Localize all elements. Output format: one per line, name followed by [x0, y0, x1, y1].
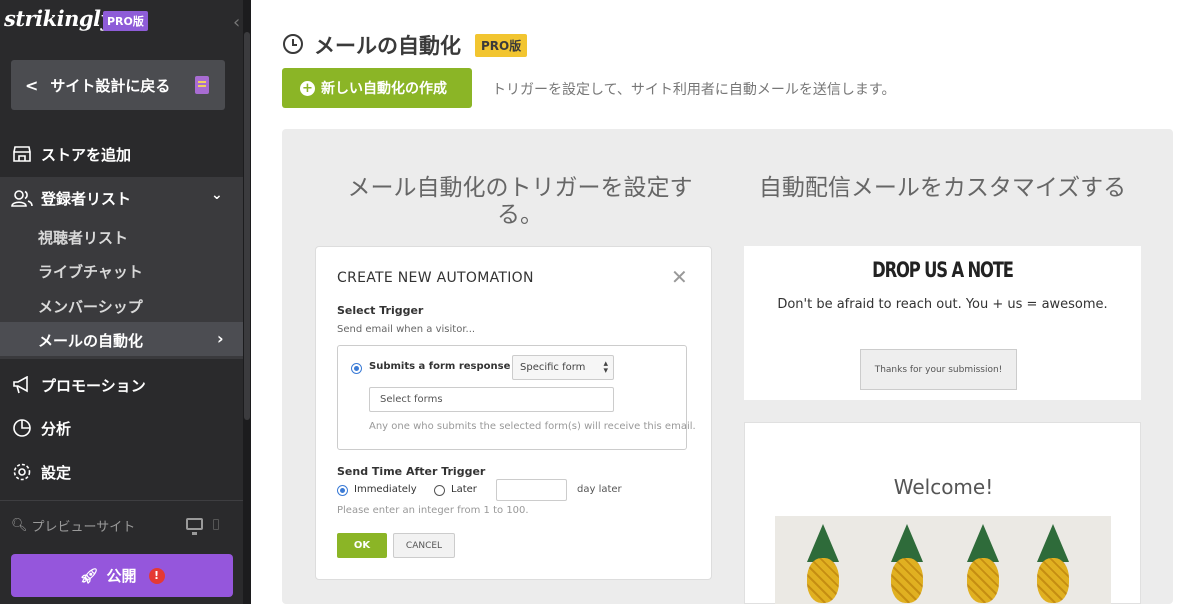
note-title: DROP US A NOTE: [872, 258, 1014, 282]
trigger-option-label: Submits a form response to: [369, 361, 526, 372]
select-trigger-sub: Send email when a visitor...: [337, 324, 476, 335]
immediately-label: Immediately: [354, 484, 417, 495]
publish-label: 公開: [106, 567, 137, 585]
pie-chart-icon: [11, 417, 33, 439]
days-input[interactable]: [496, 479, 567, 501]
create-button-label: 新しい自動化の作成: [321, 81, 447, 97]
sidebar-item-label: 登録者リスト: [41, 189, 132, 208]
forms-hint: Any one who submits the selected form(s)…: [369, 421, 696, 432]
form-select-value: Specific form: [520, 362, 586, 373]
create-automation-button[interactable]: + 新しい自動化の作成: [282, 68, 472, 108]
create-automation-card: CREATE NEW AUTOMATION ✕ Select Trigger S…: [315, 246, 712, 580]
back-to-site-editor-button[interactable]: < サイト設計に戻る: [11, 60, 225, 110]
sidebar-item-label: ストアを追加: [41, 145, 132, 164]
plus-icon: +: [300, 80, 315, 96]
welcome-title: Welcome!: [893, 475, 994, 499]
later-radio[interactable]: [434, 485, 445, 496]
pineapple: [961, 524, 1005, 604]
form-select[interactable]: Specific form ▴ ▾: [512, 355, 614, 380]
document-icon: [195, 76, 209, 94]
select-arrow-icon: ▴ ▾: [603, 359, 608, 376]
panel-heading-customize: 自動配信メールをカスタマイズする: [758, 175, 1127, 201]
pro-badge: PRO版: [475, 34, 528, 57]
immediately-radio[interactable]: [337, 485, 348, 496]
integer-hint: Please enter an integer from 1 to 100.: [337, 505, 529, 516]
select-trigger-label: Select Trigger: [337, 304, 424, 317]
page-title: メールの自動化: [314, 34, 461, 58]
clock-icon: [283, 34, 303, 54]
preview-label: プレビューサイト: [31, 520, 136, 535]
submission-thanks-button: Thanks for your submission!: [860, 349, 1017, 390]
pineapple-image: [775, 516, 1111, 604]
preview-site-link[interactable]: 🔍︎ プレビューサイト: [11, 516, 135, 535]
panel-heading-trigger: メール自動化のトリガーを設定する。: [347, 175, 693, 228]
chevron-down-icon[interactable]: ⌄: [211, 187, 223, 203]
email-preview-welcome-card: Welcome!: [744, 422, 1141, 604]
cancel-button[interactable]: CANCEL: [393, 533, 455, 558]
sidebar-item-label: 分析: [41, 419, 72, 438]
note-text: Don't be afraid to reach out. You + us =…: [777, 297, 1108, 312]
publish-button[interactable]: 🚀︎ 公開 !: [11, 554, 233, 597]
sidebar-item-settings[interactable]: 設定: [0, 460, 243, 484]
divider: [0, 500, 243, 501]
device-toggle: [186, 518, 219, 535]
sidebar-subitem-audience-list[interactable]: 視聴者リスト: [38, 227, 128, 248]
alert-badge: !: [148, 567, 165, 584]
sidebar-item-promotion[interactable]: プロモーション: [0, 373, 243, 397]
store-icon: [11, 143, 33, 165]
sidebar-item-label: プロモーション: [41, 376, 146, 395]
pineapple: [801, 524, 845, 604]
sidebar-scrollbar-thumb[interactable]: [244, 32, 250, 420]
sidebar-item-subscribers[interactable]: 登録者リスト ⌄: [0, 186, 243, 210]
rocket-icon: 🚀︎: [79, 566, 99, 585]
chevron-left-icon[interactable]: ‹: [233, 12, 240, 33]
pro-badge: PRO版: [103, 11, 148, 31]
ok-button[interactable]: OK: [337, 533, 387, 558]
close-icon[interactable]: ✕: [671, 265, 688, 289]
sidebar-subitem-live-chat[interactable]: ライブチャット: [38, 261, 143, 282]
search-icon: 🔍︎: [11, 518, 28, 533]
sidebar-item-store[interactable]: ストアを追加: [0, 142, 243, 166]
day-later-label: day later: [577, 484, 622, 495]
send-time-label: Send Time After Trigger: [337, 465, 486, 478]
create-description: トリガーを設定して、サイト利用者に自動メールを送信します。: [492, 82, 896, 98]
pineapple: [1031, 524, 1075, 604]
sidebar-item-label: 設定: [41, 463, 72, 482]
mobile-icon[interactable]: [213, 518, 219, 530]
pineapple: [885, 524, 929, 604]
desktop-icon[interactable]: [186, 518, 203, 535]
later-label: Later: [451, 484, 477, 495]
sidebar: strikingly PRO版 ‹ < サイト設計に戻る ストアを追加 登録者リ…: [0, 0, 251, 604]
sidebar-subitem-membership[interactable]: メンバーシップ: [38, 296, 143, 317]
card-title: CREATE NEW AUTOMATION: [337, 270, 534, 286]
chevron-right-icon[interactable]: ›: [217, 329, 224, 348]
back-button-label: サイト設計に戻る: [50, 76, 171, 95]
trigger-radio[interactable]: [351, 363, 362, 374]
chevron-left-icon: <: [25, 75, 39, 95]
sidebar-subitem-email-automation[interactable]: メールの自動化: [38, 330, 143, 351]
strikingly-logo[interactable]: strikingly: [4, 6, 113, 31]
email-preview-note-card: DROP US A NOTE Don't be afraid to reach …: [744, 246, 1141, 400]
select-forms-input[interactable]: Select forms: [369, 387, 614, 412]
users-icon: [11, 187, 33, 209]
megaphone-icon: [11, 374, 33, 396]
sidebar-item-analytics[interactable]: 分析: [0, 416, 243, 440]
gear-icon: [11, 461, 33, 483]
